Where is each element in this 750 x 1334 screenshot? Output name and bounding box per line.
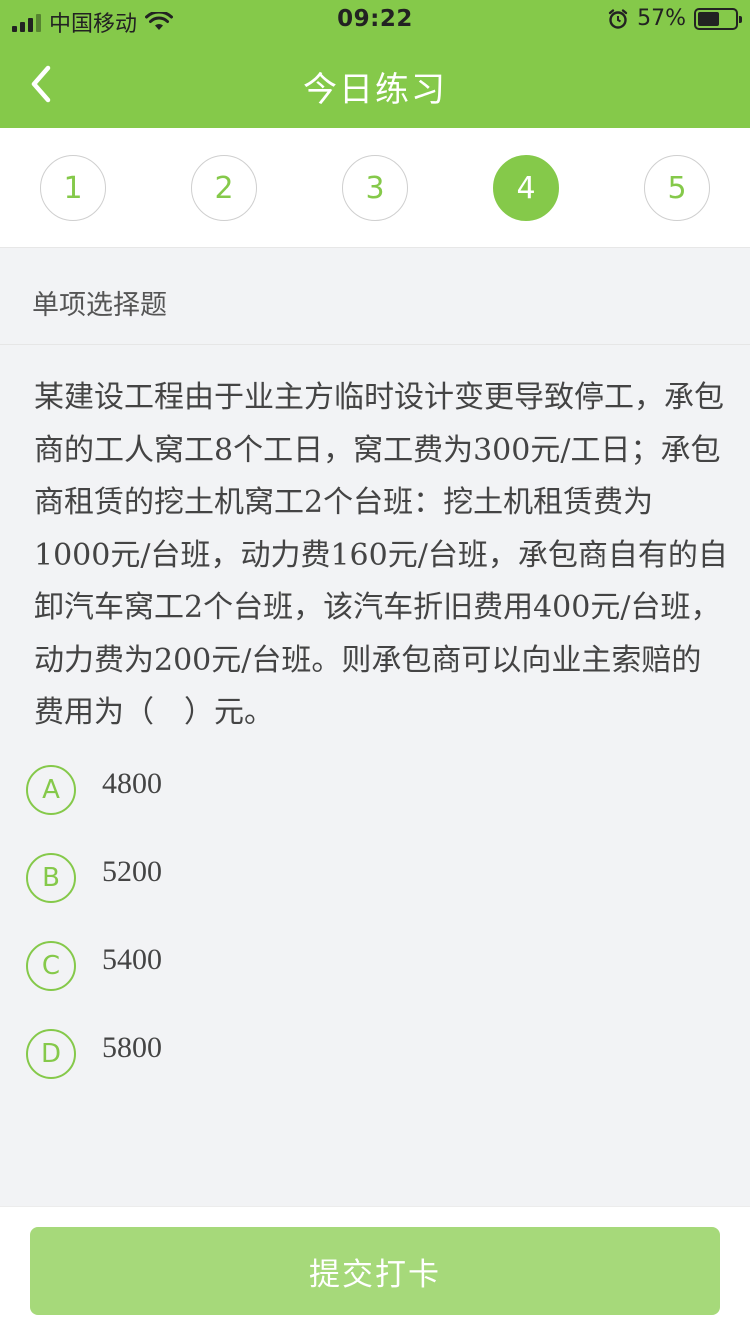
option-text: 4800 (102, 767, 162, 800)
option-b[interactable]: B 5200 (26, 853, 626, 905)
battery-percent: 57% (637, 6, 686, 31)
question-number-5[interactable]: 5 (644, 155, 710, 221)
footer-bar: 提交打卡 (0, 1206, 750, 1334)
page-title: 今日练习 (303, 70, 447, 110)
battery-fill (698, 11, 719, 26)
nav-bar: 今日练习 (0, 40, 750, 128)
question-number-nav: 1 2 3 4 5 (0, 128, 750, 248)
alarm-icon (608, 8, 628, 29)
option-letter: B (26, 853, 76, 903)
question-text: 某建设工程由于业主方临时设计变更导致停工，承包商的工人窝工8个工日，窝工费为30… (34, 380, 728, 730)
question-number-2[interactable]: 2 (191, 155, 257, 221)
option-text: 5800 (102, 1031, 162, 1064)
question-type-label: 单项选择题 (32, 290, 167, 321)
status-bar: 中国移动 09:22 57% (0, 0, 750, 40)
option-text: 5400 (102, 943, 162, 976)
question-number-1[interactable]: 1 (40, 155, 106, 221)
option-a[interactable]: A 4800 (26, 765, 626, 817)
submit-checkin-button[interactable]: 提交打卡 (30, 1227, 720, 1315)
header-bar: 中国移动 09:22 57% 今日练习 (0, 0, 750, 128)
option-d[interactable]: D 5800 (26, 1029, 626, 1081)
question-number-3[interactable]: 3 (342, 155, 408, 221)
option-c[interactable]: C 5400 (26, 941, 626, 993)
question-type-row: 单项选择题 (0, 249, 750, 345)
question-number-4[interactable]: 4 (493, 155, 559, 221)
option-letter: A (26, 765, 76, 815)
battery-icon (694, 7, 742, 30)
option-text: 5200 (102, 855, 162, 888)
option-letter: D (26, 1029, 76, 1079)
option-letter: C (26, 941, 76, 991)
